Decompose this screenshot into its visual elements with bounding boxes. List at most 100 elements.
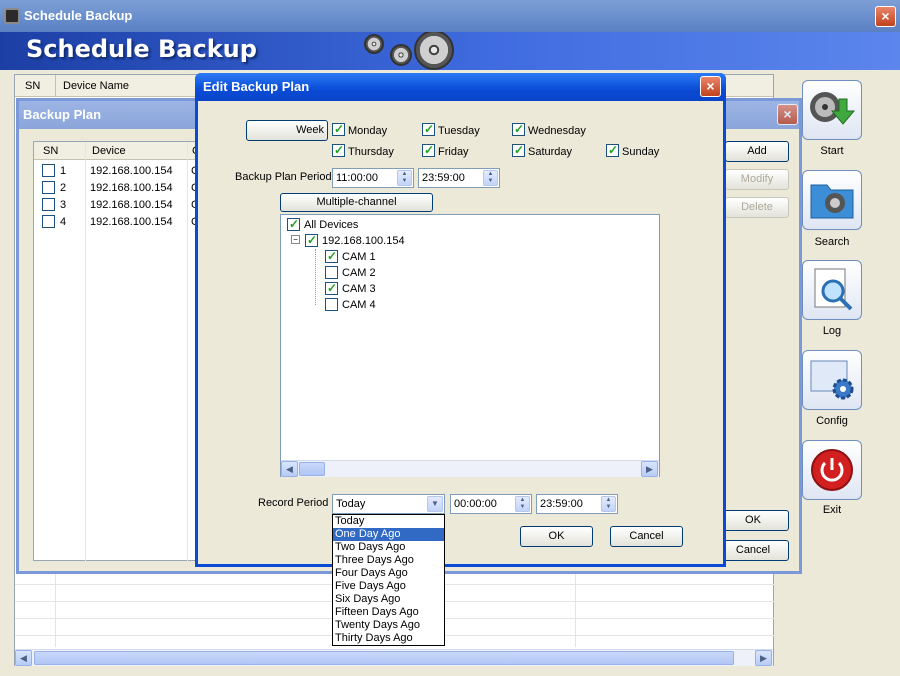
device-label: 192.168.100.154 bbox=[322, 235, 405, 247]
horizontal-scrollbar[interactable]: ◀ ▶ bbox=[15, 649, 773, 666]
scroll-thumb[interactable] bbox=[299, 462, 325, 476]
table-row[interactable]: 4 192.168.100.154 C bbox=[34, 213, 202, 230]
monday-checkbox[interactable] bbox=[332, 122, 345, 136]
record-period-label: Record Period bbox=[258, 497, 329, 509]
column-device-name: Device Name bbox=[63, 80, 130, 92]
scroll-thumb[interactable] bbox=[34, 651, 734, 665]
backup-plan-close-button[interactable]: × bbox=[777, 104, 798, 125]
main-window-title: Schedule Backup bbox=[24, 8, 133, 23]
dropdown-option[interactable]: Today bbox=[333, 515, 444, 528]
row-device: 192.168.100.154 bbox=[90, 182, 173, 194]
main-close-button[interactable]: × bbox=[875, 6, 896, 27]
edit-ok-button[interactable]: OK bbox=[520, 526, 593, 547]
wednesday-checkbox[interactable] bbox=[512, 122, 525, 136]
edit-dialog-body: Week Monday Tuesday Wednesday Thursday F… bbox=[198, 101, 723, 564]
exit-label: Exit bbox=[822, 504, 842, 516]
cam3-label: CAM 3 bbox=[342, 283, 376, 295]
dropdown-option[interactable]: Twenty Days Ago bbox=[333, 619, 444, 632]
row-checkbox[interactable] bbox=[42, 164, 55, 177]
dropdown-option[interactable]: Fifteen Days Ago bbox=[333, 606, 444, 619]
modify-button[interactable]: Modify bbox=[725, 169, 789, 190]
column-sn: SN bbox=[43, 145, 59, 157]
row-sn: 4 bbox=[60, 216, 67, 228]
log-label: Log bbox=[822, 325, 842, 337]
exit-button[interactable] bbox=[802, 440, 862, 500]
record-end-time[interactable]: 23:59:00 ▲ ▼ bbox=[536, 494, 618, 514]
dropdown-option[interactable]: Four Days Ago bbox=[333, 567, 444, 580]
delete-button[interactable]: Delete bbox=[725, 197, 789, 218]
cam1-checkbox[interactable] bbox=[325, 249, 338, 263]
thursday-label: Thursday bbox=[348, 146, 394, 158]
backup-plan-table: SN Device C 1 192.168.100.154 C 2 192.16… bbox=[33, 141, 203, 562]
backup-plan-cancel-button[interactable]: Cancel bbox=[717, 540, 789, 561]
spin-arrows-icon[interactable]: ▲ ▼ bbox=[601, 496, 616, 512]
week-button[interactable]: Week bbox=[246, 120, 328, 141]
dropdown-option[interactable]: Thirty Days Ago bbox=[333, 632, 444, 645]
dropdown-option[interactable]: Five Days Ago bbox=[333, 580, 444, 593]
record-period-select[interactable]: Today ▼ bbox=[332, 494, 445, 514]
backup-plan-ok-button[interactable]: OK bbox=[717, 510, 789, 531]
search-label: Search bbox=[814, 236, 850, 248]
cam3-checkbox[interactable] bbox=[325, 281, 338, 295]
period-start-time[interactable]: 11:00:00 ▲ ▼ bbox=[332, 168, 414, 188]
add-button[interactable]: Add bbox=[725, 141, 789, 162]
scroll-left-icon[interactable]: ◀ bbox=[15, 650, 32, 666]
dropdown-option[interactable]: Six Days Ago bbox=[333, 593, 444, 606]
row-checkbox[interactable] bbox=[42, 181, 55, 194]
thursday-checkbox[interactable] bbox=[332, 143, 345, 157]
scroll-right-icon[interactable]: ▶ bbox=[641, 461, 658, 477]
main-titlebar: Schedule Backup × bbox=[0, 0, 900, 32]
record-period-dropdown[interactable]: Today One Day Ago Two Days Ago Three Day… bbox=[332, 514, 445, 646]
backup-plan-title: Backup Plan bbox=[23, 107, 102, 122]
sunday-label: Sunday bbox=[622, 146, 660, 158]
tuesday-checkbox[interactable] bbox=[422, 122, 435, 136]
cam4-label: CAM 4 bbox=[342, 299, 376, 311]
spin-arrows-icon[interactable]: ▲ ▼ bbox=[483, 170, 498, 186]
film-reel-icon bbox=[364, 34, 384, 54]
saturday-checkbox[interactable] bbox=[512, 143, 525, 157]
period-start-value: 11:00:00 bbox=[336, 172, 379, 184]
period-end-value: 23:59:00 bbox=[422, 172, 465, 184]
edit-backup-plan-dialog: Edit Backup Plan × Week Monday Tuesday W… bbox=[195, 73, 726, 567]
row-checkbox[interactable] bbox=[42, 215, 55, 228]
banner-title: Schedule Backup bbox=[26, 35, 257, 63]
config-gear-icon bbox=[810, 360, 854, 400]
spin-arrows-icon[interactable]: ▲ ▼ bbox=[515, 496, 530, 512]
edit-dialog-close-button[interactable]: × bbox=[700, 76, 721, 97]
table-row[interactable]: 3 192.168.100.154 C bbox=[34, 196, 202, 213]
log-magnifier-icon bbox=[814, 268, 853, 311]
scroll-left-icon[interactable]: ◀ bbox=[281, 461, 298, 477]
spin-arrows-icon[interactable]: ▲ ▼ bbox=[397, 170, 412, 186]
dropdown-option[interactable]: Two Days Ago bbox=[333, 541, 444, 554]
collapse-icon[interactable]: − bbox=[291, 235, 300, 244]
tuesday-label: Tuesday bbox=[438, 125, 480, 137]
config-button[interactable] bbox=[802, 350, 862, 410]
device-checkbox[interactable] bbox=[305, 233, 318, 247]
table-row[interactable]: 2 192.168.100.154 C bbox=[34, 179, 202, 196]
record-start-time[interactable]: 00:00:00 ▲ ▼ bbox=[450, 494, 532, 514]
chevron-down-icon[interactable]: ▼ bbox=[427, 496, 443, 512]
edit-cancel-button[interactable]: Cancel bbox=[610, 526, 683, 547]
scroll-right-icon[interactable]: ▶ bbox=[755, 650, 772, 666]
all-devices-checkbox[interactable] bbox=[287, 217, 300, 231]
search-film-icon bbox=[810, 184, 854, 219]
period-end-time[interactable]: 23:59:00 ▲ ▼ bbox=[418, 168, 500, 188]
start-button[interactable] bbox=[802, 80, 862, 140]
dropdown-option[interactable]: Three Days Ago bbox=[333, 554, 444, 567]
log-button[interactable] bbox=[802, 260, 862, 320]
tree-horizontal-scrollbar[interactable]: ◀ ▶ bbox=[281, 460, 659, 477]
cam4-checkbox[interactable] bbox=[325, 298, 338, 311]
table-row[interactable]: 1 192.168.100.154 C bbox=[34, 162, 202, 179]
row-sn: 2 bbox=[60, 182, 67, 194]
search-button[interactable] bbox=[802, 170, 862, 230]
friday-checkbox[interactable] bbox=[422, 143, 435, 157]
multiple-channel-button[interactable]: Multiple-channel bbox=[280, 193, 433, 212]
cam2-checkbox[interactable] bbox=[325, 266, 338, 279]
power-icon bbox=[811, 449, 853, 491]
row-device: 192.168.100.154 bbox=[90, 199, 173, 211]
row-device: 192.168.100.154 bbox=[90, 165, 173, 177]
sunday-checkbox[interactable] bbox=[606, 143, 619, 157]
dropdown-option-selected[interactable]: One Day Ago bbox=[333, 528, 444, 541]
row-checkbox[interactable] bbox=[42, 198, 55, 211]
edit-dialog-title: Edit Backup Plan bbox=[203, 79, 310, 94]
